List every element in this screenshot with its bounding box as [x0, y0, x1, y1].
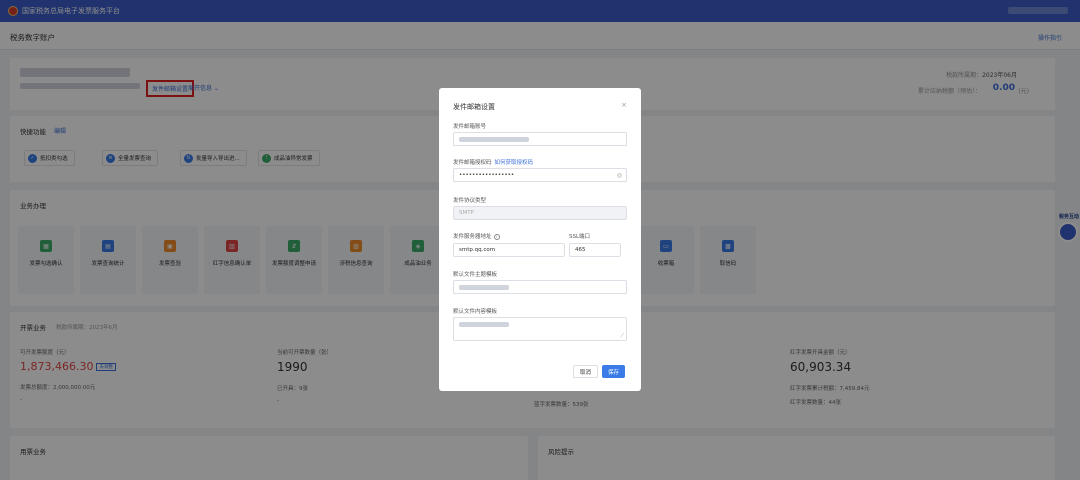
ssl-port-label: SSL端口 — [569, 234, 591, 240]
eye-icon[interactable]: ◎ — [617, 172, 622, 179]
email-account-input[interactable] — [453, 132, 627, 146]
protocol-label: 发件协议类型 — [453, 198, 487, 204]
content-template-textarea[interactable]: ⟋ — [453, 317, 627, 341]
save-button[interactable]: 保存 — [602, 365, 626, 378]
auth-code-label: 发件邮箱授权码 如何获取授权码 — [453, 160, 534, 166]
resize-handle-icon[interactable]: ⟋ — [620, 333, 624, 339]
mail-settings-dialog: 发件邮箱设置 × 发件邮箱账号 发件邮箱授权码 如何获取授权码 •••••••••… — [439, 88, 641, 391]
account-label: 发件邮箱账号 — [453, 124, 487, 130]
server-label: 发件服务器地址 i — [453, 232, 500, 240]
protocol-input: SMTP — [453, 206, 627, 220]
dialog-title: 发件邮箱设置 — [453, 103, 495, 111]
subject-template-input[interactable] — [453, 280, 627, 294]
content-template-label: 默认文件内容模板 — [453, 309, 498, 315]
ssl-port-input[interactable]: 465 — [569, 243, 621, 257]
close-icon[interactable]: × — [621, 101, 627, 109]
cancel-button[interactable]: 取消 — [573, 365, 599, 378]
how-to-get-auth-link[interactable]: 如何获取授权码 — [495, 160, 534, 166]
info-icon[interactable]: i — [493, 234, 500, 240]
subject-template-label: 默认文件主题模板 — [453, 272, 498, 278]
auth-code-input[interactable]: ••••••••••••••••• ◎ — [453, 168, 627, 182]
server-address-input[interactable]: smtp.qq.com — [453, 243, 565, 257]
